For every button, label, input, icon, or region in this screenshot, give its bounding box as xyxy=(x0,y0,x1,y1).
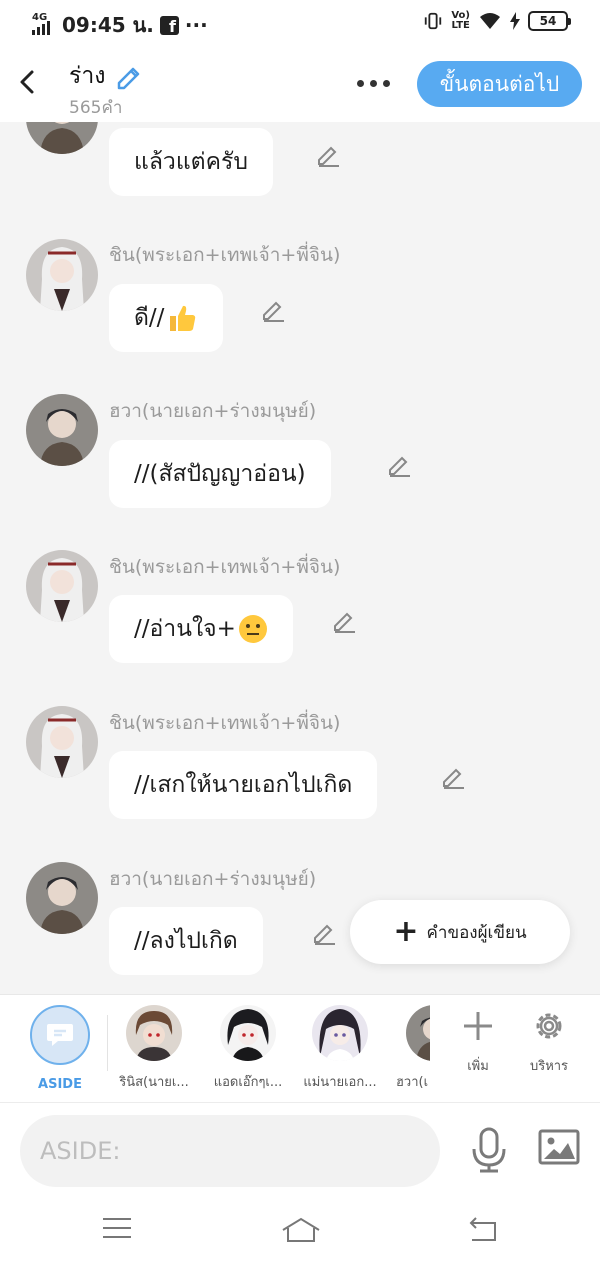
pencil-icon[interactable] xyxy=(315,142,341,168)
home-icon[interactable] xyxy=(281,1216,321,1244)
avatar-hwa[interactable] xyxy=(26,394,98,466)
message-bubble[interactable]: //(สัสปัญญาอ่อน) xyxy=(109,440,331,508)
character-name: แอดเอ๊กๆเ... xyxy=(213,1075,283,1090)
next-step-button[interactable]: ขั้นตอนต่อไป xyxy=(417,61,582,107)
menu-icon[interactable] xyxy=(102,1216,132,1240)
speaker-name: ฮวา(นายเอก+ร่างมนุษย์) xyxy=(109,400,317,422)
message-text: แล้วแต่ครับ xyxy=(134,149,248,175)
clock: 09:45 น. xyxy=(62,13,154,37)
avatar-shin[interactable] xyxy=(26,550,98,622)
cellular-signal-icon: 4G xyxy=(32,13,56,37)
speaker-name: ชิน(พระเอก+เทพเจ้า+พี่จิน) xyxy=(109,244,341,266)
plus-icon: + xyxy=(393,914,419,949)
manage-characters-button[interactable]: บริหาร xyxy=(514,1009,584,1076)
pencil-icon[interactable] xyxy=(114,62,142,90)
character-avatar xyxy=(312,1005,368,1061)
message-text: ดี// xyxy=(134,305,165,331)
message-text: //ลงไปเกิด xyxy=(134,928,238,954)
message-bubble[interactable]: //อ่านใจ+ xyxy=(109,595,293,663)
vibrate-icon xyxy=(425,12,442,30)
back-arrow-icon[interactable] xyxy=(16,66,40,98)
character-avatar xyxy=(406,1005,430,1061)
avatar-shin[interactable] xyxy=(26,239,98,311)
character-avatar xyxy=(220,1005,276,1061)
word-count: 565คำ xyxy=(69,98,123,118)
speaker-name: ฮวา(นายเอก+ร่างมนุษย์) xyxy=(109,868,317,890)
avatar-hwa[interactable] xyxy=(26,122,98,154)
character-name: รินิส(นายเ... xyxy=(119,1075,189,1090)
facebook-icon: f xyxy=(159,15,179,36)
aside-character[interactable]: ASIDE xyxy=(30,1005,90,1092)
microphone-icon[interactable] xyxy=(470,1127,508,1173)
message-bubble[interactable]: ดี// xyxy=(109,284,224,352)
volte-icon: Vo) LTE xyxy=(451,11,470,31)
volte-bottom: LTE xyxy=(451,20,470,31)
charging-icon xyxy=(510,12,520,30)
image-icon[interactable] xyxy=(538,1129,580,1165)
app-header: ร่าง 565คำ ขั้นตอนต่อไป xyxy=(0,46,600,122)
thumbs-up-emoji xyxy=(170,305,196,331)
pencil-icon[interactable] xyxy=(331,608,357,634)
battery-icon: 54 xyxy=(528,11,571,31)
author-note-button[interactable]: + คำของผู้เขียน xyxy=(350,900,570,964)
title-text: ร่าง xyxy=(69,63,106,89)
message-input[interactable]: ASIDE: xyxy=(20,1115,440,1187)
character-name: ฮวา(เ xyxy=(396,1075,429,1090)
add-label: เพิ่ม xyxy=(467,1059,489,1074)
gear-icon xyxy=(536,1013,562,1039)
message-bubble[interactable]: //ลงไปเกิด xyxy=(109,907,263,975)
pencil-icon[interactable] xyxy=(311,920,337,946)
message-bubble[interactable]: แล้วแต่ครับ xyxy=(109,128,273,196)
chat-area[interactable]: แล้วแต่ครับ ชิน(พระเอก+เทพเจ้า+พี่จิน) ด… xyxy=(0,122,600,994)
pencil-icon[interactable] xyxy=(386,452,412,478)
character-item[interactable]: รินิส(นายเ... xyxy=(106,1005,202,1092)
message-bubble[interactable]: //เสกให้นายเอกไปเกิด xyxy=(109,751,378,819)
avatar-hwa[interactable] xyxy=(26,862,98,934)
input-bar: ASIDE: xyxy=(0,1102,600,1200)
battery-level: 54 xyxy=(539,14,557,28)
plus-icon xyxy=(464,1012,492,1040)
wifi-icon xyxy=(480,13,500,29)
pencil-icon[interactable] xyxy=(440,764,466,790)
message-text: //(สัสปัญญาอ่อน) xyxy=(134,461,306,487)
character-avatar xyxy=(126,1005,182,1061)
speaker-name: ชิน(พระเอก+เทพเจ้า+พี่จิน) xyxy=(109,712,341,734)
status-bar: 4G 09:45 น. f ··· Vo) LTE 54 xyxy=(0,0,600,46)
author-note-label: คำของผู้เขียน xyxy=(426,922,527,943)
character-name: แม่นายเอก... xyxy=(303,1075,377,1090)
aside-icon xyxy=(30,1005,90,1065)
character-item[interactable]: แม่นายเอก... xyxy=(292,1005,388,1092)
character-item[interactable]: แอดเอ๊กๆเ... xyxy=(200,1005,296,1092)
more-notifications-icon: ··· xyxy=(184,13,208,37)
avatar-shin[interactable] xyxy=(26,706,98,778)
character-item[interactable]: ฮวา(เ xyxy=(396,1005,430,1092)
message-text: //เสกให้นายเอกไปเกิด xyxy=(134,772,353,798)
page-title: ร่าง xyxy=(69,58,142,94)
system-nav-bar xyxy=(0,1200,600,1267)
character-bar: ASIDE รินิส(นายเ... แอดเอ๊กๆเ... แม่นายเ… xyxy=(0,994,600,1102)
pencil-icon[interactable] xyxy=(260,297,286,323)
speaker-name: ชิน(พระเอก+เทพเจ้า+พี่จิน) xyxy=(109,556,341,578)
add-character-button[interactable]: เพิ่ม xyxy=(443,1009,513,1076)
aside-label: ASIDE xyxy=(38,1077,82,1092)
return-icon[interactable] xyxy=(468,1216,498,1242)
manage-label: บริหาร xyxy=(529,1059,569,1074)
message-text: //อ่านใจ+ xyxy=(134,616,236,642)
more-dots-icon[interactable] xyxy=(357,80,390,87)
neutral-face-emoji xyxy=(238,615,267,643)
